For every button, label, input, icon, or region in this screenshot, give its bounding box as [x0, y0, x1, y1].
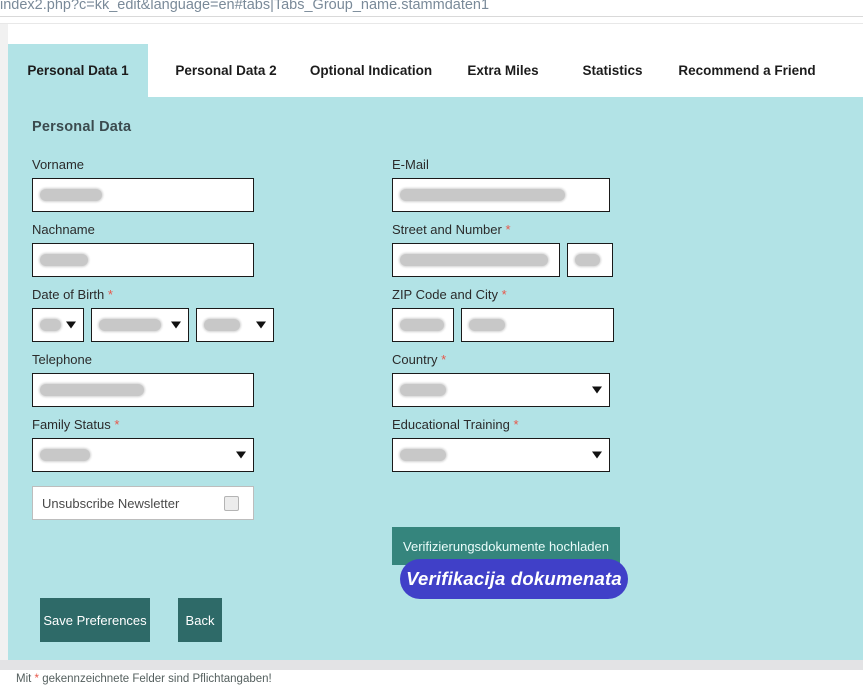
chevron-down-icon: [171, 321, 181, 329]
redacted-value-vorname: [40, 189, 102, 201]
label-date-of-birth: Date of Birth *: [32, 287, 372, 303]
label-nachname: Nachname: [32, 222, 95, 237]
select-country[interactable]: [392, 373, 610, 407]
required-marker-education: *: [513, 417, 519, 432]
label-date-of-birth-text: Date of Birth: [32, 287, 105, 302]
save-preferences-button[interactable]: Save Preferences: [40, 598, 150, 642]
chevron-down-icon: [236, 451, 246, 459]
tab-optional-indication[interactable]: Optional Indication: [296, 44, 446, 97]
tab-panel-personal-data-1: Personal Data Vorname Nachname Date of B…: [8, 97, 863, 685]
back-button[interactable]: Back: [178, 598, 222, 642]
chevron-down-icon: [66, 321, 76, 329]
required-marker-country: *: [441, 352, 447, 367]
browser-url-text: index2.php?c=kk_edit&language=en#tabs|Ta…: [0, 0, 490, 13]
required-marker-date-of-birth: *: [107, 287, 113, 302]
tab-personal-data-1[interactable]: Personal Data 1: [8, 44, 148, 97]
select-birth-day[interactable]: [32, 308, 84, 342]
redacted-value-educational-training: [400, 449, 446, 461]
page-left-margin: [0, 24, 8, 670]
label-unsubscribe-newsletter: Unsubscribe Newsletter: [42, 495, 180, 511]
checkbox-row-unsubscribe-newsletter[interactable]: Unsubscribe Newsletter: [32, 486, 254, 520]
select-birth-year[interactable]: [196, 308, 274, 342]
form-column-left: Vorname Nachname Date of Birth * Telepho…: [32, 157, 372, 520]
select-family-status[interactable]: [32, 438, 254, 472]
date-of-birth-controls: [32, 308, 372, 342]
label-family-status: Family Status *: [32, 417, 372, 433]
required-fields-note-prefix: Mit: [16, 673, 35, 685]
chevron-down-icon: [592, 451, 602, 459]
select-educational-training[interactable]: [392, 438, 610, 472]
redacted-value-birth-year: [204, 319, 240, 331]
tab-statistics[interactable]: Statistics: [560, 44, 665, 97]
label-zip-and-city: ZIP Code and City *: [392, 287, 732, 303]
label-telephone: Telephone: [32, 352, 92, 367]
required-marker-zip-city: *: [501, 287, 507, 302]
page-bottom-margin: [0, 660, 863, 670]
redacted-value-email: [400, 189, 565, 201]
required-fields-note: Mit * gekennzeichnete Felder sind Pflich…: [16, 673, 272, 685]
redacted-value-country: [400, 384, 446, 396]
field-street-and-number: Street and Number *: [392, 222, 732, 277]
label-street-and-number-text: Street and Number: [392, 222, 502, 237]
redacted-value-street: [400, 254, 548, 266]
label-vorname: Vorname: [32, 157, 85, 172]
required-fields-note-suffix: gekennzeichnete Felder sind Pflichtangab…: [39, 673, 272, 685]
input-city[interactable]: [461, 308, 614, 342]
field-country: Country *: [392, 352, 732, 407]
redacted-value-birth-month: [99, 319, 161, 331]
label-educational-training: Educational Training *: [392, 417, 732, 433]
chevron-down-icon: [256, 321, 266, 329]
tab-extra-miles[interactable]: Extra Miles: [448, 44, 558, 97]
redacted-value-nachname: [40, 254, 88, 266]
required-marker-street: *: [505, 222, 511, 237]
input-nachname[interactable]: [32, 243, 254, 277]
field-email: E-Mail: [392, 157, 732, 212]
checkbox-unsubscribe-newsletter[interactable]: [224, 495, 239, 511]
input-telephone[interactable]: [32, 373, 254, 407]
url-bar-divider: [0, 16, 863, 17]
field-family-status: Family Status *: [32, 417, 372, 472]
input-street[interactable]: [392, 243, 560, 277]
redacted-value-house-number: [575, 254, 600, 266]
zip-city-controls: [392, 308, 732, 342]
redacted-value-birth-day: [40, 319, 61, 331]
input-zip-code[interactable]: [392, 308, 454, 342]
tab-strip: Personal Data 1 Personal Data 2 Optional…: [8, 44, 863, 97]
page-body: Personal Data 1 Personal Data 2 Optional…: [0, 24, 863, 685]
required-marker-family-status: *: [114, 417, 120, 432]
verifikacija-dokumenata-overlay-button[interactable]: Verifikacija dokumenata: [400, 559, 628, 599]
redacted-value-zip-code: [400, 319, 444, 331]
form-column-right: E-Mail Street and Number * ZIP Code and …: [392, 157, 732, 472]
redacted-value-city: [469, 319, 505, 331]
field-educational-training: Educational Training *: [392, 417, 732, 472]
field-telephone: Telephone: [32, 352, 372, 407]
input-house-number[interactable]: [567, 243, 613, 277]
section-title-personal-data: Personal Data: [32, 119, 132, 135]
field-date-of-birth: Date of Birth *: [32, 287, 372, 342]
label-country-text: Country: [392, 352, 438, 367]
chevron-down-icon: [592, 386, 602, 394]
label-family-status-text: Family Status: [32, 417, 111, 432]
label-zip-and-city-text: ZIP Code and City: [392, 287, 498, 302]
label-street-and-number: Street and Number *: [392, 222, 732, 238]
street-controls: [392, 243, 732, 277]
tab-personal-data-2[interactable]: Personal Data 2: [156, 44, 296, 97]
label-country: Country *: [392, 352, 732, 368]
label-email: E-Mail: [392, 157, 429, 172]
label-educational-training-text: Educational Training: [392, 417, 510, 432]
redacted-value-family-status: [40, 449, 90, 461]
select-birth-month[interactable]: [91, 308, 189, 342]
input-vorname[interactable]: [32, 178, 254, 212]
tab-recommend-a-friend[interactable]: Recommend a Friend: [666, 44, 828, 97]
field-zip-and-city: ZIP Code and City *: [392, 287, 732, 342]
input-email[interactable]: [392, 178, 610, 212]
field-vorname: Vorname: [32, 157, 372, 212]
field-nachname: Nachname: [32, 222, 372, 277]
redacted-value-telephone: [40, 384, 144, 396]
